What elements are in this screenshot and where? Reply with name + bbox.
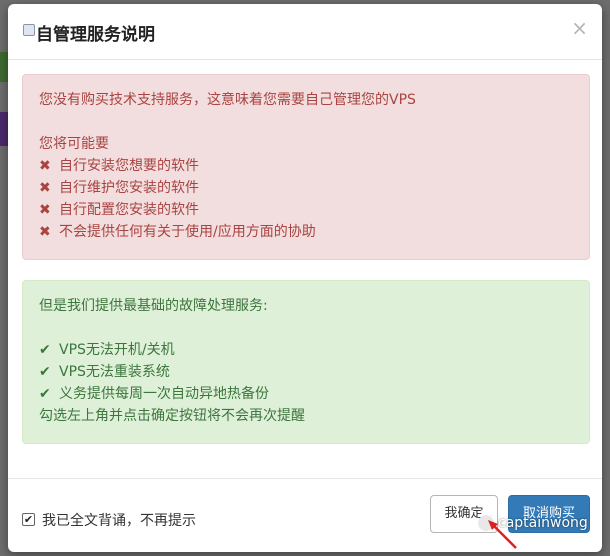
modal-header: 自管理服务说明 × [8, 4, 602, 60]
annotation-arrow-icon [488, 520, 517, 549]
alert-subheading: 您将可能要 [39, 136, 109, 152]
check-icon: ✔ [39, 364, 51, 380]
list-item: ✔ VPS无法重装系统 [39, 361, 573, 383]
support-alert: 但是我们提供最基础的故障处理服务: ✔ VPS无法开机/关机 ✔ VPS无法重装系统… [22, 280, 590, 444]
list-item: ✖ 不会提供任何有关于使用/应用方面的协助 [39, 221, 573, 243]
memorized-checkbox[interactable]: ✔ [22, 513, 35, 526]
backdrop-fragment [0, 52, 8, 82]
alert-intro: 您没有购买技术支持服务，这意味着您需要自己管理您的VPS [39, 92, 416, 108]
modal-title: 自管理服务说明 [36, 25, 155, 45]
memorized-checkbox-label[interactable]: 我已全文背诵，不再提示 [42, 510, 196, 530]
list-item: ✖ 自行维护您安装的软件 [39, 177, 573, 199]
x-icon: ✖ [39, 158, 51, 174]
x-icon: ✖ [39, 224, 51, 240]
list-item: ✔ VPS无法开机/关机 [39, 339, 573, 361]
close-icon[interactable]: × [571, 18, 588, 38]
list-item: ✔ 义务提供每周一次自动异地热备份 [39, 383, 573, 405]
x-icon: ✖ [39, 180, 51, 196]
alert-note: 勾选左上角并点击确定按钮将不会再次提醒 [39, 408, 305, 424]
warning-alert: 您没有购买技术支持服务，这意味着您需要自己管理您的VPS 您将可能要 ✖ 自行安装… [22, 74, 590, 260]
check-icon: ✔ [39, 342, 51, 358]
x-icon: ✖ [39, 202, 51, 218]
self-managed-service-modal: 自管理服务说明 × 您没有购买技术支持服务，这意味着您需要自己管理您的VPS 您… [8, 4, 602, 552]
dont-remind-checkbox[interactable] [23, 24, 35, 36]
list-item: ✖ 自行配置您安装的软件 [39, 199, 573, 221]
check-icon: ✔ [39, 386, 51, 402]
alert-intro: 但是我们提供最基础的故障处理服务: [39, 298, 268, 314]
list-item: ✖ 自行安装您想要的软件 [39, 155, 573, 177]
